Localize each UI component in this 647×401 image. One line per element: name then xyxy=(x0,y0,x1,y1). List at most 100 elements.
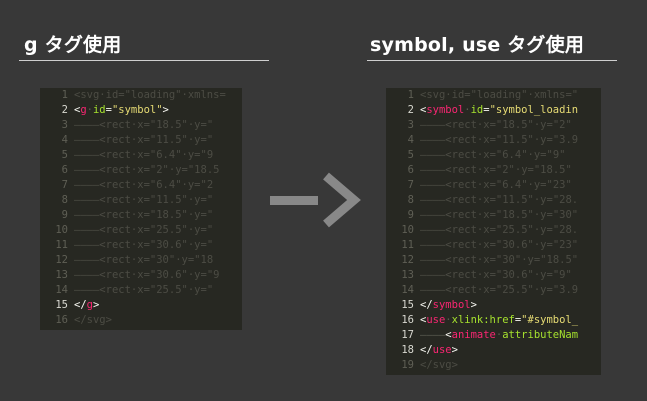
code-token: ———— xyxy=(420,209,446,221)
code-line: 9 ————<rect·x="18.5"·y=" xyxy=(40,208,242,223)
code-token: use xyxy=(426,314,446,326)
code-token: =" xyxy=(200,284,214,296)
code-line: 2 <g·id="symbol"> xyxy=(40,103,242,118)
code-token: ———— xyxy=(74,179,100,191)
code-text: ————<rect·x="18.5"·y=" xyxy=(74,118,213,133)
code-token: use xyxy=(432,344,452,356)
line-number: 12 xyxy=(55,254,68,266)
code-token: "2" xyxy=(495,164,515,176)
line-number: 6 xyxy=(407,164,414,176)
code-token: ———— xyxy=(420,194,446,206)
code-token: ———— xyxy=(74,224,100,236)
code-text: </use> xyxy=(420,343,458,358)
code-token: xmlns=" xyxy=(533,89,579,101)
code-text: </symbol> xyxy=(420,298,477,313)
code-token: ="28. xyxy=(546,224,579,236)
code-token: ———— xyxy=(74,194,100,206)
left-code-editor: 1 <svg·id="loading"·xmlns= 2 <g·id="symbol"… xyxy=(40,88,242,330)
code-token: rect xyxy=(105,269,131,281)
line-number: 8 xyxy=(407,194,414,206)
line-number: 5 xyxy=(61,149,68,161)
code-line: 10 ————<rect·x="25.5"·y=" xyxy=(40,223,242,238)
code-line: 8 ————<rect·x="11.5"·y=" xyxy=(40,193,242,208)
code-token: rect xyxy=(105,224,131,236)
left-panel-title: g タグ使用 xyxy=(24,34,122,56)
code-token: "30.6" xyxy=(149,239,188,251)
code-text: <svg·id="loading"·xmlns=" xyxy=(420,88,578,103)
code-token: ———— xyxy=(420,224,446,236)
code-token: ———— xyxy=(420,164,446,176)
right-arrow-icon xyxy=(270,172,361,228)
code-line: 14 ————<rect·x="25.5"·y=" xyxy=(40,283,242,298)
code-line: 2 <symbol·id="symbol_loadin xyxy=(386,103,601,118)
code-token: "6.4" xyxy=(495,149,528,161)
code-token: "#symbol_ xyxy=(521,314,579,326)
code-token: </ xyxy=(420,359,433,371)
code-token: rect xyxy=(451,224,477,236)
code-line: 16 <use·xlink:href="#symbol_ xyxy=(386,313,601,328)
code-line: 7 ————<rect·x="6.4"·y="2 xyxy=(40,178,242,193)
code-token: ="9 xyxy=(200,269,220,281)
code-token: > xyxy=(105,314,112,326)
code-line: 12 ————<rect·x="30"·y="18.5" xyxy=(386,253,601,268)
code-token: ———— xyxy=(74,149,100,161)
code-token: "30.6" xyxy=(149,269,188,281)
code-token: "18.5" xyxy=(495,209,534,221)
code-text: ————<rect·x="11.5"·y="28. xyxy=(420,193,578,208)
line-number: 10 xyxy=(401,224,414,236)
code-token: "18.5" xyxy=(149,119,188,131)
code-token: ="18.5" xyxy=(533,254,579,266)
code-text: ————<rect·x="2"·y="18.5" xyxy=(420,163,572,178)
code-token: id xyxy=(92,104,106,116)
code-text: ————<rect·x="25.5"·y="3.9 xyxy=(420,283,578,298)
line-number: 6 xyxy=(61,164,68,176)
code-token: "11.5" xyxy=(495,194,534,206)
code-token: "18.5" xyxy=(495,119,534,131)
code-token: rect xyxy=(451,119,477,131)
line-number: 5 xyxy=(407,149,414,161)
code-text: <symbol·id="symbol_loadin xyxy=(420,103,578,118)
code-token: rect xyxy=(105,164,131,176)
code-line: 6 ————<rect·x="2"·y="18.5" xyxy=(386,163,601,178)
line-number: 7 xyxy=(407,179,414,191)
code-token: rect xyxy=(451,284,477,296)
code-text: ————<rect·x="30"·y="18 xyxy=(74,253,213,268)
code-line: 6 ————<rect·x="2"·y="18.5 xyxy=(40,163,242,178)
code-token: symbol xyxy=(432,299,471,311)
code-token: id xyxy=(105,89,119,101)
code-line: 15 </symbol> xyxy=(386,298,601,313)
code-token: =" xyxy=(200,194,214,206)
code-token: svg xyxy=(80,89,100,101)
line-number: 11 xyxy=(401,239,414,251)
code-text: ————<rect·x="25.5"·y="28. xyxy=(420,223,578,238)
line-number: 11 xyxy=(55,239,68,251)
left-title-underline xyxy=(19,60,269,61)
code-token: "2" xyxy=(149,164,169,176)
code-token: > xyxy=(451,344,458,356)
line-number: 13 xyxy=(401,269,414,281)
code-token: =" xyxy=(200,134,214,146)
code-token: ———— xyxy=(74,164,100,176)
code-token: "loading" xyxy=(124,89,182,101)
right-panel-title: symbol, use タグ使用 xyxy=(370,34,585,56)
code-token: ———— xyxy=(420,254,446,266)
code-text: ————<rect·x="18.5"·y="2" xyxy=(420,118,572,133)
line-number: 12 xyxy=(401,254,414,266)
code-line: 7 ————<rect·x="6.4"·y="23" xyxy=(386,178,601,193)
code-token: "25.5" xyxy=(495,224,534,236)
code-token: svg xyxy=(432,359,452,371)
code-line: 4 ————<rect·x="11.5"·y=" xyxy=(40,133,242,148)
code-line: 14 ————<rect·x="25.5"·y="3.9 xyxy=(386,283,601,298)
code-token: ———— xyxy=(420,119,446,131)
code-line: 18 </use> xyxy=(386,343,601,358)
code-token: ———— xyxy=(420,149,446,161)
code-text: ————<rect·x="6.4"·y="9" xyxy=(420,148,565,163)
code-text: ————<rect·x="30.6"·y="23" xyxy=(420,238,578,253)
code-token: rect xyxy=(451,134,477,146)
code-token: =" xyxy=(200,224,214,236)
code-token: ="30" xyxy=(546,209,579,221)
code-text: ————<rect·x="2"·y="18.5 xyxy=(74,163,219,178)
code-token: > xyxy=(162,104,169,116)
code-token: ———— xyxy=(74,269,100,281)
code-token: rect xyxy=(451,209,477,221)
